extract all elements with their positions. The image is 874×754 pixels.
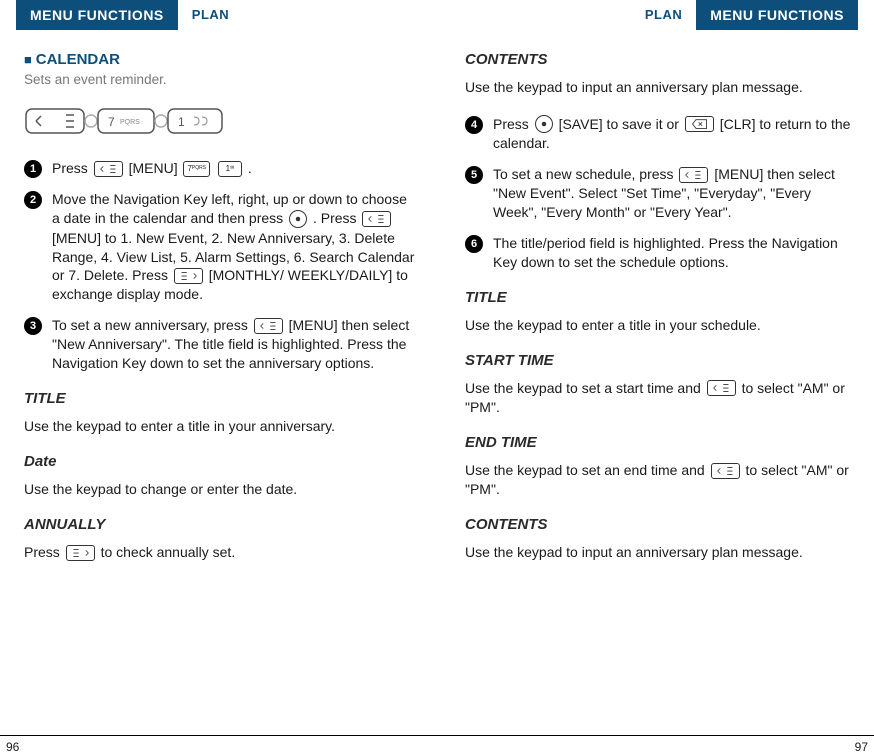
body-end-time: Use the keypad to set an end time and to…: [465, 461, 856, 499]
page-number-right: 97: [855, 740, 868, 754]
heading-annually: ANNUALLY: [24, 515, 415, 535]
page-96: MENU FUNCTIONS PLAN ■ CALENDAR Sets an e…: [0, 0, 437, 720]
step-2: 2 Move the Navigation Key left, right, u…: [24, 190, 415, 304]
step-number-icon: 4: [465, 116, 483, 134]
step-4: 4 Press [SAVE] to save it or [CLR] to re…: [465, 115, 856, 153]
step-5-text: To set a new schedule, press [MENU] then…: [493, 165, 856, 222]
section-title: CALENDAR: [36, 51, 120, 68]
breadcrumb-plan: PLAN: [178, 6, 243, 24]
step-number-icon: 3: [24, 317, 42, 335]
body-contents2: Use the keypad to input an anniversary p…: [465, 543, 856, 562]
section-tab: MENU FUNCTIONS: [696, 0, 858, 30]
step-1: 1 Press [MENU] 7PQRS 1✉ .: [24, 159, 415, 178]
body-annually: Press to check annually set.: [24, 543, 415, 562]
key-7-icon: 7PQRS: [183, 161, 210, 177]
ok-key-icon: [289, 210, 307, 228]
text: to check annually set.: [101, 544, 236, 560]
right-softkey-icon: [174, 268, 203, 284]
heading-title: TITLE: [24, 389, 415, 409]
text: Use the keypad to set an end time and: [465, 462, 709, 478]
left-softkey-icon: [679, 167, 708, 183]
ok-key-icon: [535, 115, 553, 133]
left-softkey-icon: [711, 463, 740, 479]
text: To set a new schedule, press: [493, 166, 677, 182]
text: .: [248, 160, 252, 176]
key-1-icon: 1✉: [218, 161, 242, 177]
step-number-icon: 5: [465, 166, 483, 184]
square-bullet: ■: [24, 52, 32, 67]
step-number-icon: 2: [24, 191, 42, 209]
heading-contents2: CONTENTS: [465, 515, 856, 535]
key-diagram: 7 PQRS 1: [24, 99, 415, 143]
section-subtitle: Sets an event reminder.: [24, 71, 415, 89]
clr-key-icon: [685, 116, 714, 132]
left-softkey-icon: [707, 380, 736, 396]
step-number-icon: 6: [465, 235, 483, 253]
step-3-text: To set a new anniversary, press [MENU] t…: [52, 316, 415, 373]
step-2-text: Move the Navigation Key left, right, up …: [52, 190, 415, 304]
text: Use the keypad to set a start time and: [465, 380, 705, 396]
svg-text:1: 1: [178, 115, 185, 129]
text: To set a new anniversary, press: [52, 317, 252, 333]
body-title: Use the keypad to enter a title in your …: [24, 417, 415, 436]
page-number-left: 96: [6, 740, 19, 754]
heading-contents: CONTENTS: [465, 50, 856, 70]
text: [MENU]: [129, 160, 182, 176]
section-heading: ■ CALENDAR: [24, 50, 415, 70]
page-footer: 96 97: [0, 735, 874, 754]
text: Press: [52, 160, 92, 176]
heading-end-time: END TIME: [465, 433, 856, 453]
step-number-icon: 1: [24, 160, 42, 178]
breadcrumb-plan: PLAN: [631, 6, 696, 24]
header-right: PLAN MENU FUNCTIONS: [457, 0, 858, 30]
left-softkey-icon: [94, 161, 123, 177]
right-softkey-icon: [66, 545, 95, 561]
heading-title2: TITLE: [465, 288, 856, 308]
text: Press: [24, 544, 64, 560]
text: Press: [493, 116, 533, 132]
step-1-text: Press [MENU] 7PQRS 1✉ .: [52, 159, 415, 178]
body-title2: Use the keypad to enter a title in your …: [465, 316, 856, 335]
left-softkey-icon: [254, 318, 283, 334]
step-6-text: The title/period field is highlighted. P…: [493, 234, 856, 272]
text: . Press: [313, 210, 360, 226]
left-softkey-icon: [362, 211, 391, 227]
step-3: 3 To set a new anniversary, press [MENU]…: [24, 316, 415, 373]
step-5: 5 To set a new schedule, press [MENU] th…: [465, 165, 856, 222]
svg-text:7: 7: [108, 115, 115, 129]
svg-text:PQRS: PQRS: [120, 119, 140, 126]
step-6: 6 The title/period field is highlighted.…: [465, 234, 856, 272]
header-left: MENU FUNCTIONS PLAN: [16, 0, 417, 30]
text: [SAVE] to save it or: [559, 116, 679, 132]
page-97: PLAN MENU FUNCTIONS CONTENTS Use the key…: [437, 0, 874, 720]
body-start-time: Use the keypad to set a start time and t…: [465, 379, 856, 417]
body-date: Use the keypad to change or enter the da…: [24, 480, 415, 499]
heading-date: Date: [24, 452, 415, 472]
step-4-text: Press [SAVE] to save it or [CLR] to retu…: [493, 115, 856, 153]
body-contents: Use the keypad to input an anniversary p…: [465, 78, 856, 97]
section-tab: MENU FUNCTIONS: [16, 0, 178, 30]
heading-start-time: START TIME: [465, 351, 856, 371]
